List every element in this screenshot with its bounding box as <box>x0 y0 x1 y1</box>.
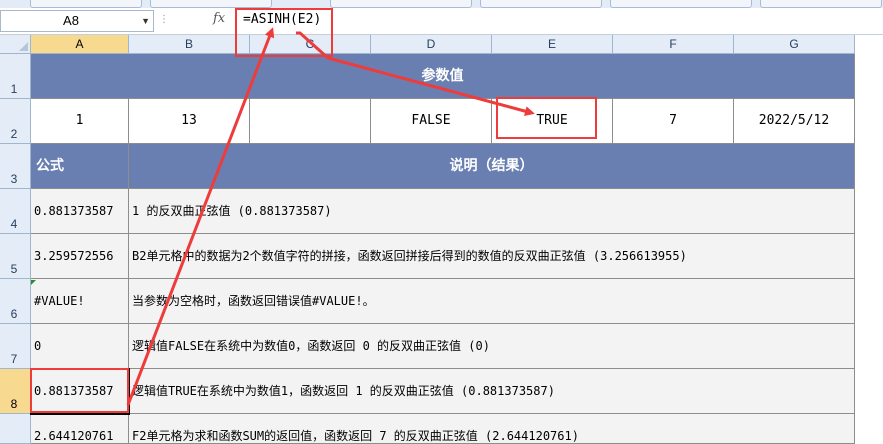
arrow-formula-to-e2 <box>296 31 535 117</box>
arrow-a8-to-formula <box>126 27 275 406</box>
annotation-arrows <box>126 27 535 406</box>
